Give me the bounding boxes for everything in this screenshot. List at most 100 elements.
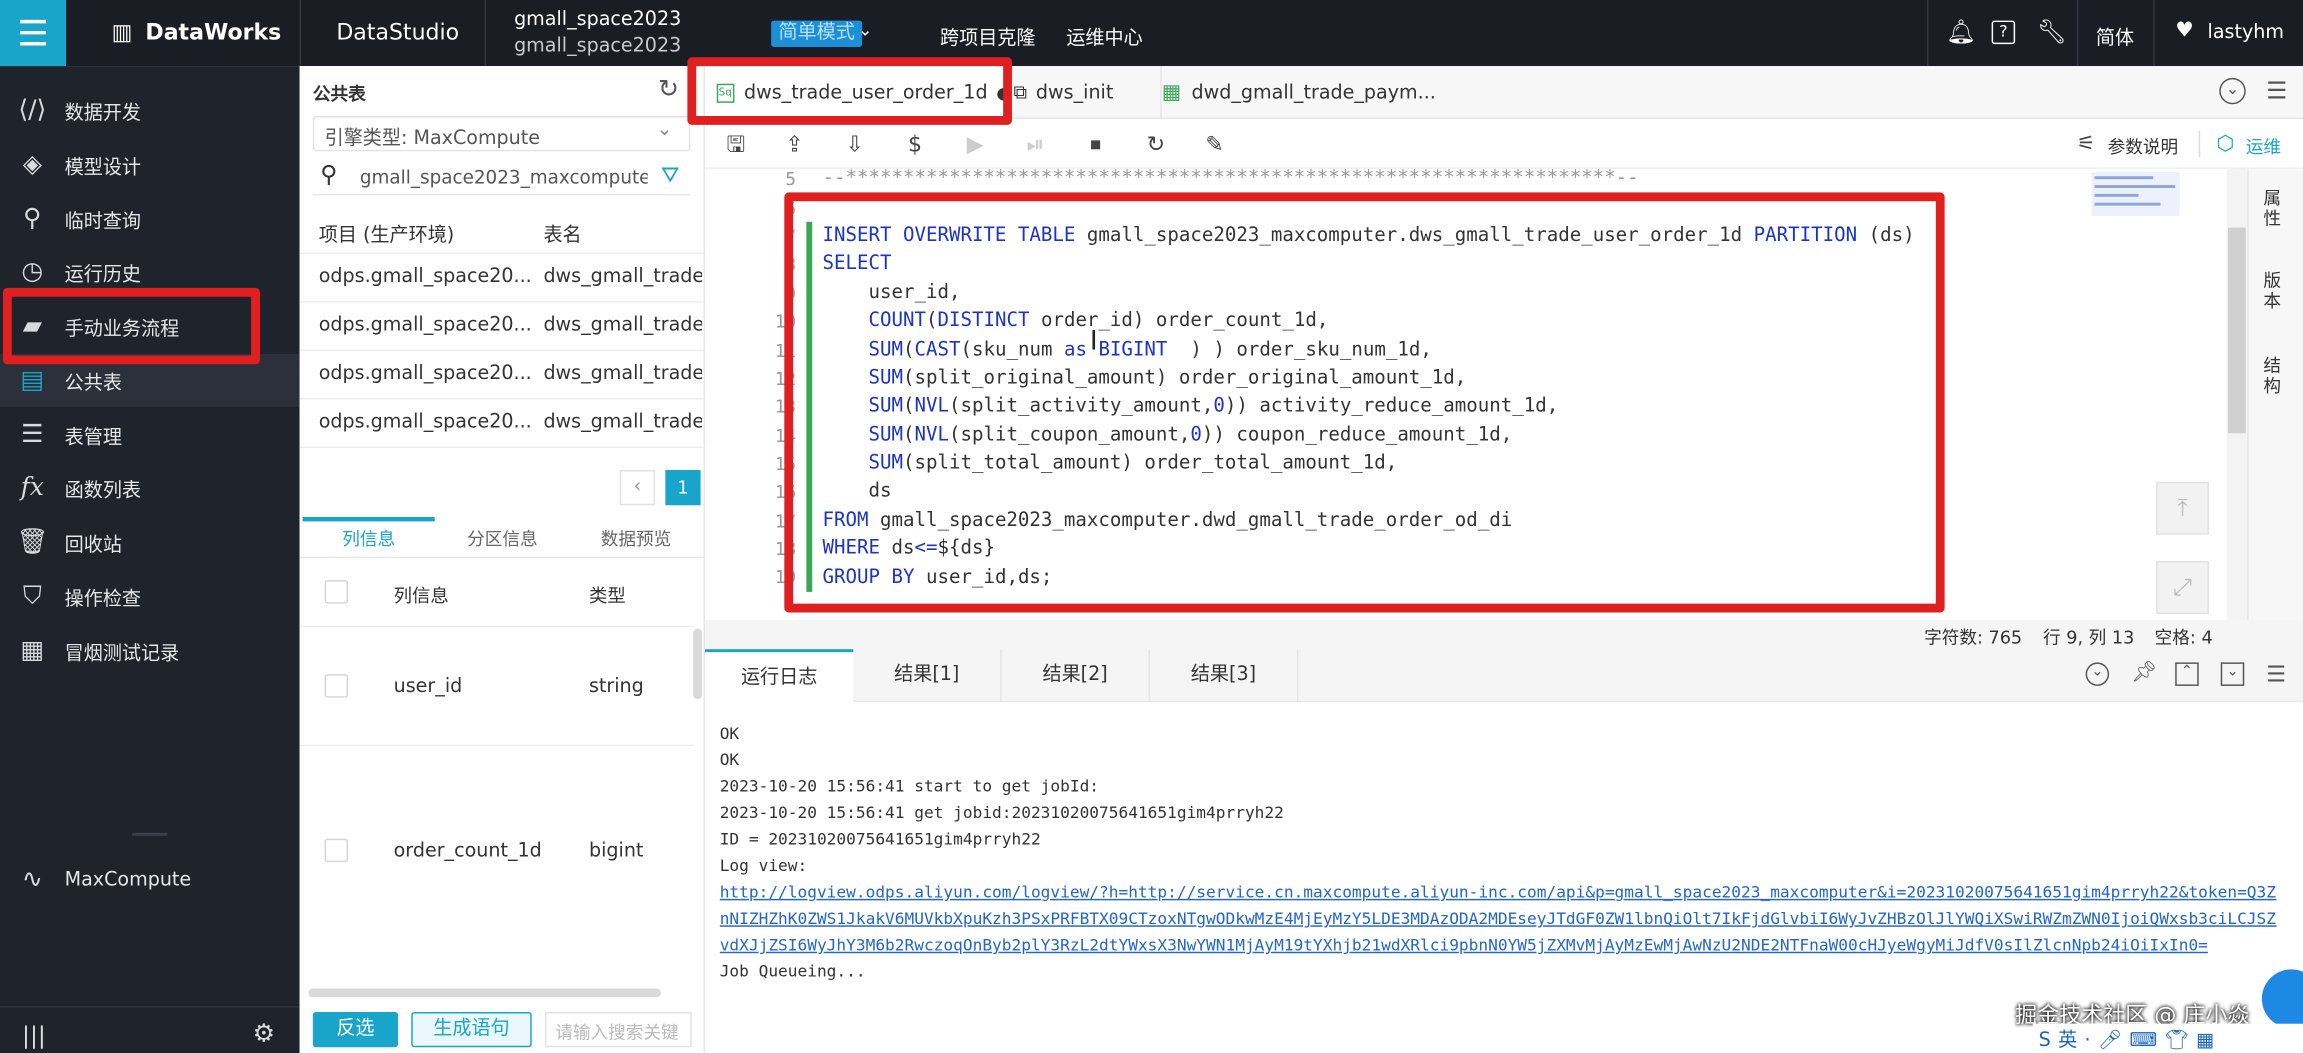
chevron-down-icon[interactable]: ⌄ [858, 19, 873, 40]
unsaved-dot-icon[interactable]: ● [996, 83, 1010, 102]
tabs-dropdown-icon[interactable]: ⌄ [2219, 77, 2246, 105]
reload-icon[interactable]: ↻ [1143, 131, 1169, 157]
sidebar-item-public-tables[interactable]: ▤ 公共表 [0, 353, 300, 407]
run-icon[interactable]: ▶ [962, 131, 988, 157]
upload-icon[interactable]: ⇪ [781, 131, 807, 157]
tab-result-3[interactable]: 结果[3] [1150, 649, 1299, 703]
tab-dwd-gmall-trade-payment[interactable]: ▦ dwd_gmall_trade_paym... [1160, 66, 1446, 119]
workspace-name[interactable]: gmall_space2023 [514, 9, 681, 31]
help-icon[interactable]: ? [1991, 20, 2016, 45]
user-avatar-icon[interactable]: ♥ [2175, 19, 2193, 43]
line-number: 12 [774, 368, 797, 390]
logview-link[interactable]: nNIZHZhK0ZWS1JkakV6MUVkbXpuKzh3PSxPRFBTX… [720, 909, 2277, 928]
wrench-icon[interactable]: 🔧︎ [2037, 18, 2067, 46]
tab-column-info[interactable]: 列信息 [342, 526, 395, 551]
column-info-header: 列信息 [393, 584, 449, 607]
column-type-header: 类型 [588, 584, 626, 607]
horizontal-scrollbar[interactable] [308, 988, 661, 998]
table-row[interactable]: odps.gmall_space20... dws_gmall_trade_p [299, 400, 705, 448]
download-icon[interactable]: ⇩ [842, 131, 868, 157]
menu-icon[interactable]: ☰ [2266, 661, 2286, 687]
tab-result-1[interactable]: 结果[1] [853, 649, 1002, 703]
code-icon: ⟨/⟩ [18, 95, 47, 125]
sidebar-item-model-design[interactable]: ◈ 模型设计 [0, 138, 300, 191]
code-line: FROM gmall_space2023_maxcomputer.dwd_gma… [822, 509, 1513, 532]
select-all-checkbox[interactable] [324, 580, 349, 604]
collapse-icon[interactable]: ||| [22, 1021, 46, 1049]
prev-page-button[interactable]: ‹ [619, 470, 656, 506]
page-number[interactable]: 1 [665, 470, 701, 506]
clone-link[interactable]: 跨项目克隆 [940, 22, 1035, 50]
table-row[interactable]: odps.gmall_space20... dws_gmall_trade_u [299, 254, 705, 303]
scroll-top-icon[interactable]: ⤒ [2156, 481, 2209, 535]
chevron-down-icon[interactable]: ⌄ [657, 119, 673, 141]
logview-link[interactable]: vdXJjZSI6WyJhY3M6b2RwczoqOnByb2plY3RzL2d… [720, 936, 2277, 955]
module-name[interactable]: DataStudio [336, 19, 459, 45]
sidebar-item-label: 表管理 [64, 426, 122, 449]
tab-dws-init[interactable]: ⧉ dws_init [1013, 66, 1153, 119]
sidebar-item-smoke-test-records[interactable]: ▦ 冒烟测试记录 [0, 624, 300, 677]
ops-button[interactable]: 运维 [2246, 134, 2281, 159]
refresh-icon[interactable]: ↻ [658, 75, 679, 104]
column-checkbox[interactable] [324, 674, 349, 698]
ops-icon: ⬡ [2216, 132, 2235, 156]
menu-icon[interactable]: ☰ [0, 0, 67, 67]
sidebar-item-run-history[interactable]: ◷ 运行历史 [0, 245, 300, 298]
generate-statement-button[interactable]: 生成语句 [411, 1011, 532, 1048]
tab-run-log[interactable]: 运行日志 [705, 649, 854, 703]
side-tab-structure[interactable]: 结构 [2263, 355, 2284, 396]
maximize-icon[interactable]: ⌃ [2175, 662, 2199, 686]
tab-dws-trade-user-order-1d[interactable]: Sq dws_trade_user_order_1d ● [705, 66, 1011, 119]
run-with-params-icon[interactable]: ⏯ [1022, 131, 1048, 157]
save-icon[interactable]: 🖫︎ [723, 131, 749, 157]
sidebar-item-maxcompute[interactable]: ∿ MaxCompute [0, 853, 300, 906]
ime-toolbar[interactable]: S英·🎤︎⌨︎👕︎▦ [2032, 1023, 2303, 1053]
filter-icon[interactable]: ⛛ [661, 162, 680, 188]
bell-icon[interactable]: 🔔︎ [1946, 18, 1976, 46]
menu-icon[interactable]: ☰ [2266, 76, 2287, 104]
tab-partition-info[interactable]: 分区信息 [467, 526, 538, 551]
ops-center-link[interactable]: 运维中心 [1066, 22, 1142, 50]
column-name: order_count_1d [393, 840, 542, 863]
tab-result-2[interactable]: 结果[2] [1002, 649, 1151, 703]
sidebar-item-recycle-bin[interactable]: 🗑︎ 回收站 [0, 516, 300, 569]
minimize-icon[interactable]: ⌄ [2220, 662, 2245, 686]
workspace-name-sub[interactable]: gmall_space2023 [514, 35, 681, 57]
search-value: gmall_space2023_maxcomputer.d [359, 165, 648, 188]
line-number: 6 [785, 198, 797, 219]
fullscreen-icon[interactable]: ⤢ [2156, 561, 2209, 614]
sidebar-item-operation-check[interactable]: ⛉ 操作检查 [0, 570, 300, 623]
user-name[interactable]: lastyhm [2208, 22, 2284, 44]
column-checkbox[interactable] [324, 838, 349, 863]
flow-icon: ⧉ [1013, 81, 1028, 104]
divider [132, 832, 168, 836]
table-row[interactable]: odps.gmall_space20... dws_gmall_trade_u [299, 351, 705, 400]
editor-scrollbar-thumb[interactable] [2228, 227, 2246, 434]
sidebar-item-data-dev[interactable]: ⟨/⟩ 数据开发 [0, 84, 300, 137]
logview-link[interactable]: http://logview.odps.aliyun.com/logview/?… [720, 883, 2277, 902]
cost-estimate-icon[interactable]: $ [902, 131, 928, 157]
side-tab-versions[interactable]: 版本 [2263, 270, 2284, 311]
language-switch[interactable]: 简体 [2096, 22, 2134, 50]
pulse-icon: ∿ [21, 865, 43, 895]
table-row[interactable]: odps.gmall_space20... dws_gmall_trade_o [299, 303, 705, 352]
sidebar-item-ad-hoc-query[interactable]: ⚲ 临时查询 [0, 192, 300, 245]
sidebar-item-function-list[interactable]: fx 函数列表 [0, 461, 300, 514]
sidebar-item-manual-workflow[interactable]: ▰ 手动业务流程 [0, 300, 300, 353]
search-icon: ⚲ [23, 204, 42, 234]
mode-badge[interactable]: 简单模式 [771, 20, 863, 47]
format-icon[interactable]: ✎ [1201, 131, 1227, 157]
tab-data-preview[interactable]: 数据预览 [601, 526, 672, 551]
side-tab-properties[interactable]: 属性 [2263, 188, 2284, 229]
stop-icon[interactable]: ⏹ [1082, 131, 1108, 157]
param-description-button[interactable]: 参数说明 [2108, 134, 2179, 159]
code-line: GROUP BY user_id,ds; [822, 566, 1053, 589]
gear-icon[interactable]: ⚙ [253, 1019, 275, 1048]
chevron-down-icon[interactable]: ⌄ [2085, 662, 2110, 686]
app-logo[interactable]: DataWorks [145, 19, 281, 45]
invert-selection-button[interactable]: 反选 [312, 1011, 399, 1048]
log-line: OK [719, 724, 740, 744]
vertical-scrollbar[interactable] [693, 628, 703, 700]
pin-icon[interactable]: 📌︎ [2131, 661, 2157, 685]
sidebar-item-table-management[interactable]: ☰ 表管理 [0, 408, 300, 461]
